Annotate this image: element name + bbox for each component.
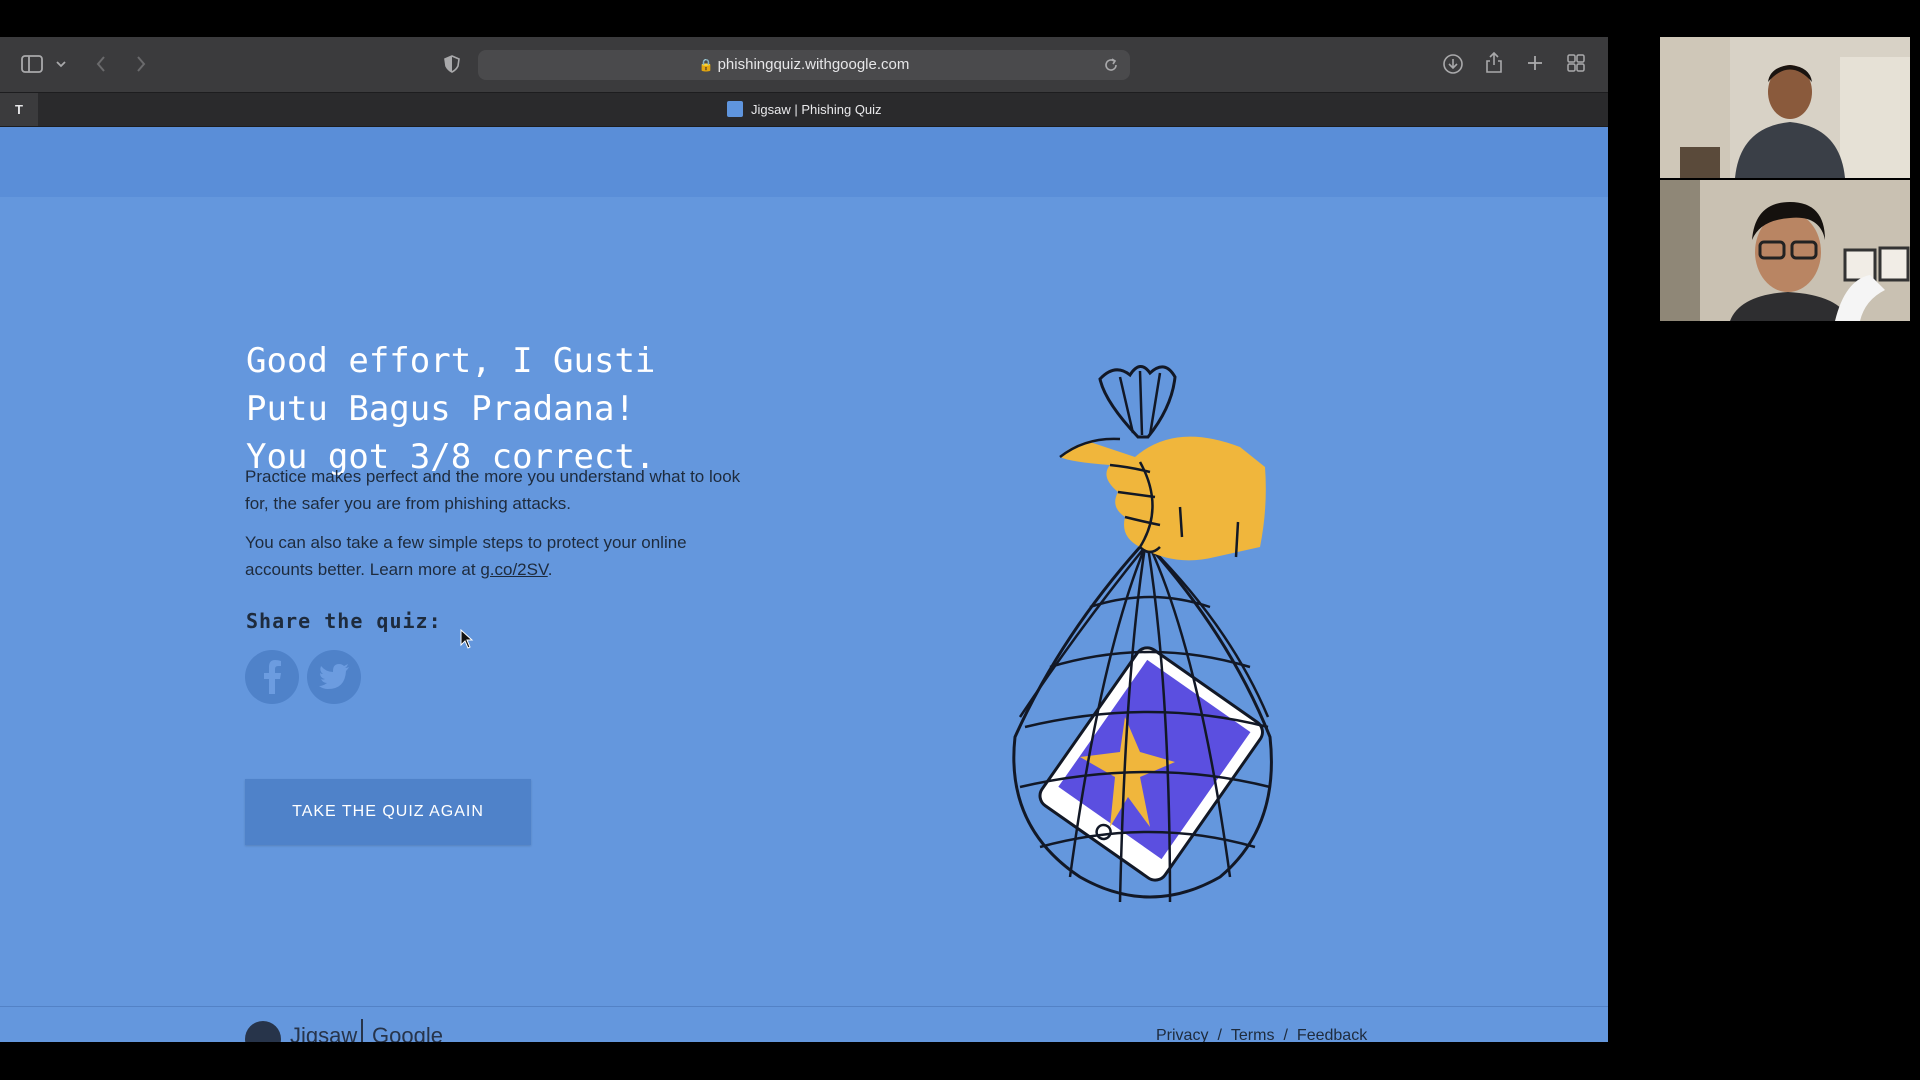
forward-icon[interactable]: [132, 54, 150, 74]
active-tab[interactable]: Jigsaw | Phishing Quiz: [727, 101, 882, 117]
privacy-shield-icon[interactable]: [442, 54, 462, 74]
page-header-band: [0, 127, 1608, 197]
practice-paragraph: Practice makes perfect and the more you …: [245, 467, 741, 513]
web-page: Good effort, I Gusti Putu Bagus Pradana!…: [0, 127, 1608, 1042]
mouse-cursor-icon: [460, 628, 474, 654]
footer-separator: /: [1283, 1027, 1288, 1042]
url-text[interactable]: 🔒 phishingquiz.withgoogle.com: [478, 56, 1130, 73]
google-wordmark[interactable]: Google: [372, 1023, 443, 1042]
new-tab-icon[interactable]: [1525, 53, 1545, 73]
learn-more-link[interactable]: g.co/2SV: [480, 560, 547, 579]
take-quiz-again-button[interactable]: TAKE THE QUIZ AGAIN: [245, 779, 531, 845]
share-icon[interactable]: [1483, 51, 1505, 75]
twitter-share-button[interactable]: [307, 650, 361, 704]
twitter-icon: [319, 664, 349, 689]
browser-window: 🔒 phishingquiz.withgoogle.com T Jigsaw | …: [0, 37, 1608, 1042]
video-participant-1[interactable]: [1660, 37, 1910, 178]
participant-video-frame: [1660, 180, 1910, 321]
favicon-icon: [727, 101, 743, 117]
terms-link[interactable]: Terms: [1231, 1027, 1275, 1042]
reload-icon[interactable]: [1102, 56, 1120, 74]
steps-suffix: .: [547, 560, 553, 579]
participant-video-frame: [1660, 37, 1910, 178]
tab-bar: T Jigsaw | Phishing Quiz: [0, 92, 1608, 127]
result-headline: Good effort, I Gusti Putu Bagus Pradana!…: [246, 341, 656, 477]
footer-separator: /: [1217, 1027, 1222, 1042]
tab-toggle-button[interactable]: T: [0, 93, 38, 126]
share-label: Share the quiz:: [246, 609, 442, 633]
bag-illustration: [1000, 357, 1310, 917]
downloads-icon[interactable]: [1441, 52, 1465, 76]
jigsaw-logo-icon: [245, 1021, 281, 1042]
facebook-share-button[interactable]: [245, 650, 299, 704]
facebook-icon: [264, 660, 281, 694]
feedback-link[interactable]: Feedback: [1297, 1027, 1367, 1042]
lock-icon: 🔒: [698, 58, 714, 72]
chevron-down-icon[interactable]: [55, 57, 67, 71]
privacy-link[interactable]: Privacy: [1156, 1027, 1208, 1042]
browser-toolbar: 🔒 phishingquiz.withgoogle.com: [0, 37, 1608, 92]
sidebar-toggle-icon[interactable]: [20, 53, 44, 75]
jigsaw-wordmark[interactable]: Jigsaw: [290, 1023, 357, 1042]
tab-toggle-label: T: [15, 102, 23, 117]
steps-text: You can also take a few simple steps to …: [245, 533, 687, 579]
tab-title-label: Jigsaw | Phishing Quiz: [751, 101, 882, 117]
logo-divider: [361, 1019, 363, 1042]
tab-overview-icon[interactable]: [1566, 53, 1586, 73]
hand-holding-net-bag-illustration: [1012, 365, 1273, 903]
page-footer: Jigsaw Google Privacy / Terms / Feedback: [0, 1006, 1608, 1042]
video-participant-2[interactable]: [1660, 180, 1910, 321]
footer-links: Privacy / Terms / Feedback: [1156, 1027, 1367, 1042]
url-value: phishingquiz.withgoogle.com: [717, 56, 910, 73]
steps-paragraph: You can also take a few simple steps to …: [245, 529, 745, 583]
address-bar[interactable]: 🔒 phishingquiz.withgoogle.com: [478, 50, 1130, 80]
back-icon[interactable]: [92, 54, 110, 74]
